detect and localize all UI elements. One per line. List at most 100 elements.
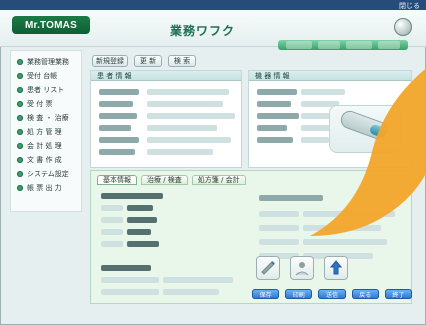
search-button[interactable]: 検 索 [168, 55, 196, 67]
person-icon-svg [295, 262, 309, 276]
sidebar-bullet-icon [17, 101, 23, 107]
patient-field-label [99, 125, 131, 131]
lower-row-value [163, 289, 219, 295]
lower-right-label [259, 225, 299, 231]
patient-field-value [147, 113, 235, 119]
device-field-value [301, 137, 329, 143]
tab-prescription-billing[interactable]: 処方箋 / 会計 [191, 175, 246, 185]
user-icon[interactable] [394, 18, 412, 36]
update-button[interactable]: 更 新 [134, 55, 162, 67]
device-field-label [257, 113, 299, 119]
upload-icon-svg [329, 260, 343, 275]
device-info-panel: 機 器 情 報 [248, 70, 412, 168]
device-field-label [257, 137, 293, 143]
sidebar-item-patient-list[interactable]: 患者 リスト [17, 85, 77, 95]
sidebar-item-reception[interactable]: 受付 台帳 [17, 71, 77, 81]
action-icon-cluster [256, 256, 348, 286]
sidebar-item-management[interactable]: 業務管理業務 [17, 57, 77, 67]
lower-right-label [259, 239, 299, 245]
patient-field-label [99, 137, 139, 143]
sidebar-bullet-icon [17, 115, 23, 121]
nav-pill[interactable] [286, 41, 312, 49]
patient-info-panel: 患 者 情 報 [90, 70, 242, 168]
lower-row-value [163, 277, 233, 283]
sidebar-bullet-icon [17, 129, 23, 135]
lower-right-value [303, 225, 381, 231]
top-toolbar: 新規登録 更 新 検 索 [92, 55, 212, 67]
sidebar-item-documents[interactable]: 文 書 作 成 [17, 155, 77, 165]
exit-button[interactable]: 終了 [384, 289, 413, 299]
upload-icon[interactable] [324, 256, 348, 280]
save-button[interactable]: 保存 [252, 289, 280, 299]
device-field-label [257, 101, 291, 107]
patient-field-label [99, 101, 133, 107]
lower-row-value [127, 217, 157, 223]
tab-treatment-exam[interactable]: 治療 / 検査 [141, 175, 188, 185]
sidebar-bullet-icon [17, 87, 23, 93]
lower-row-value [127, 241, 159, 247]
patient-info-title: 患 者 情 報 [97, 71, 132, 80]
lower-row-value [127, 229, 151, 235]
sidebar-item-prescription[interactable]: 処 方 管 理 [17, 127, 77, 137]
sidebar-bullet-icon [17, 143, 23, 149]
device-field-label [257, 89, 297, 95]
nav-pill[interactable] [346, 41, 372, 49]
patient-field-label [99, 89, 139, 95]
lower-right-heading [259, 195, 323, 201]
lower-right-value [303, 239, 387, 245]
sidebar-item-label: 業務管理業務 [27, 58, 69, 66]
sidebar-item-label: 処 方 管 理 [27, 128, 62, 136]
sidebar-item-label: 受 付 票 [27, 100, 53, 108]
patient-field-value [147, 101, 223, 107]
lower-tabs: 基本情報 治療 / 検査 処方箋 / 会計 [97, 175, 405, 185]
lower-row-value [127, 205, 153, 211]
bottom-action-buttons: 保存 印刷 送信 戻る 終了 [252, 289, 413, 299]
nav-pill[interactable] [378, 41, 400, 49]
sidebar-bullet-icon [17, 185, 23, 191]
sidebar-bullet-icon [17, 59, 23, 65]
person-icon[interactable] [290, 256, 314, 280]
lower-right-label [259, 211, 299, 217]
sidebar-item-settings[interactable]: システム設定 [17, 169, 77, 179]
patient-field-value [147, 125, 217, 131]
sidebar-item-exam-treatment[interactable]: 検 査 ・ 治療 [17, 113, 77, 123]
lower-section-heading [101, 193, 163, 199]
patient-field-value [147, 137, 231, 143]
lower-row-label [101, 241, 123, 247]
device-field-value [301, 89, 345, 95]
lower-row-label [101, 277, 159, 283]
sidebar-item-billing[interactable]: 会 計 処 理 [17, 141, 77, 151]
sidebar-item-print[interactable]: 帳 票 出 力 [17, 183, 77, 193]
back-button[interactable]: 戻る [351, 289, 379, 299]
edit-icon[interactable] [256, 256, 280, 280]
sidebar-item-ticket[interactable]: 受 付 票 [17, 99, 77, 109]
left-sidebar: 業務管理業務 受付 台帳 患者 リスト 受 付 票 検 査 ・ 治療 処 方 管… [10, 50, 82, 212]
sidebar-bullet-icon [17, 157, 23, 163]
nav-pill[interactable] [318, 41, 340, 49]
sidebar-item-label: 受付 台帳 [27, 72, 58, 80]
window-titlebar: 閉じる [0, 0, 426, 10]
device-image [329, 105, 401, 153]
lower-green-panel: 基本情報 治療 / 検査 処方箋 / 会計 [90, 170, 412, 304]
lower-row-label [101, 229, 123, 235]
print-button[interactable]: 印刷 [285, 289, 313, 299]
send-button[interactable]: 送信 [318, 289, 346, 299]
lower-row-label [101, 217, 123, 223]
sidebar-bullet-icon [17, 171, 23, 177]
device-info-header: 機 器 情 報 [249, 71, 411, 81]
sidebar-bullet-icon [17, 73, 23, 79]
lower-section-heading [101, 265, 151, 271]
application-window: 閉じる Mr.TOMAS 業務ワフク 業務管理業務 受付 台帳 患者 リスト 受… [0, 0, 426, 325]
new-button[interactable]: 新規登録 [92, 55, 128, 67]
patient-field-label [99, 113, 137, 119]
device-field-label [257, 125, 287, 131]
lower-row-label [101, 289, 159, 295]
sidebar-item-label: システム設定 [27, 170, 69, 178]
device-info-title: 機 器 情 報 [255, 71, 290, 80]
app-logo: Mr.TOMAS [12, 16, 90, 34]
app-header: Mr.TOMAS 業務ワフク [0, 10, 426, 50]
tab-basic-info[interactable]: 基本情報 [97, 175, 137, 185]
sidebar-item-label: 文 書 作 成 [27, 156, 62, 164]
header-navigation[interactable] [278, 40, 408, 50]
patient-info-header: 患 者 情 報 [91, 71, 241, 81]
